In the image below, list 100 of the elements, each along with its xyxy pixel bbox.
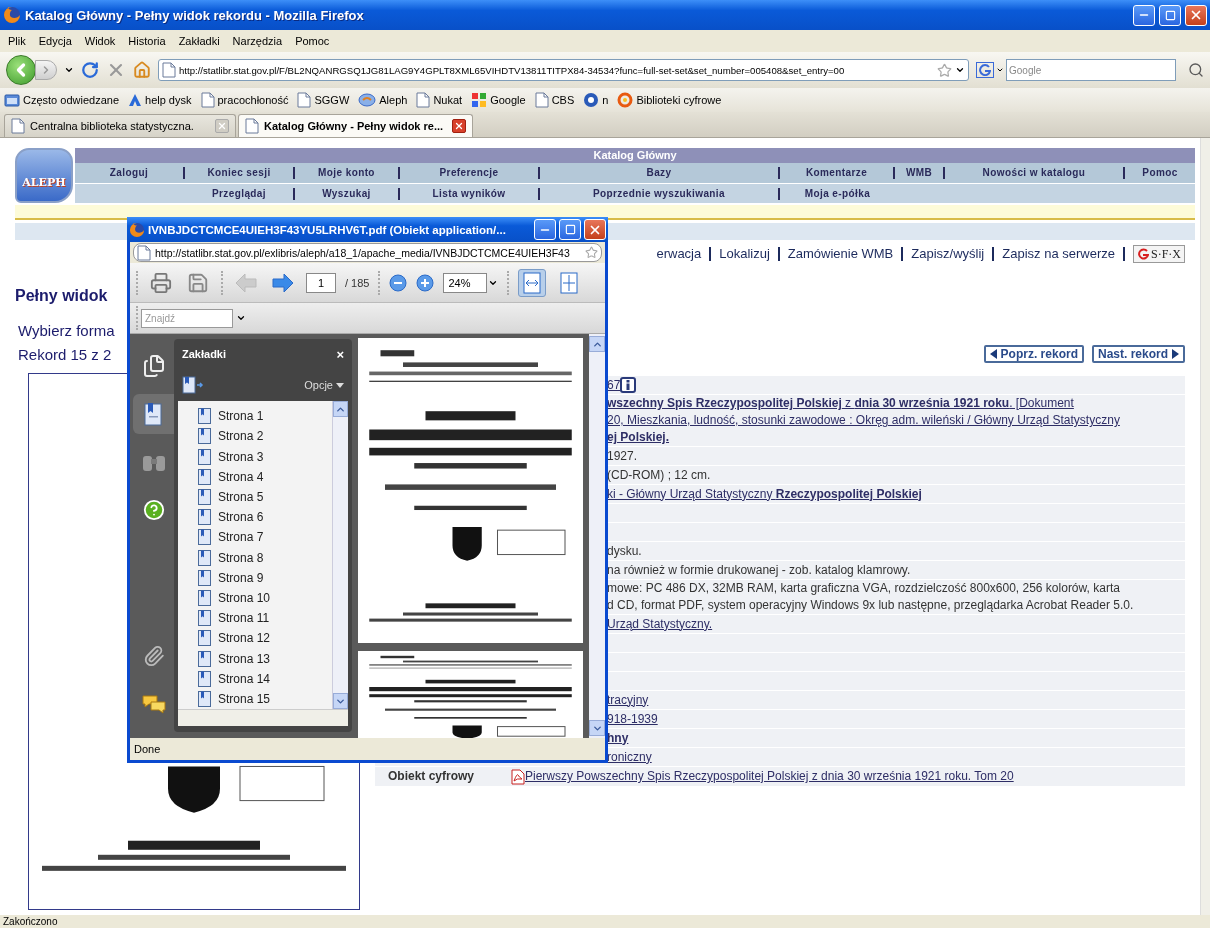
nav-link[interactable]: Przeglądaj <box>185 187 295 200</box>
bookmark-item[interactable]: Strona 7 <box>198 527 332 548</box>
sfx-button[interactable]: S·F·X <box>1133 245 1185 263</box>
bookmark-link[interactable]: Nukat <box>416 92 463 108</box>
bookmark-item[interactable]: Strona 14 <box>198 668 332 689</box>
nav-link[interactable]: Zaloguj <box>75 167 185 179</box>
zoom-field[interactable]: 24% <box>443 272 488 293</box>
record-link[interactable]: 67 <box>607 376 621 394</box>
browser-tab[interactable]: Centralna biblioteka statystyczna. <box>4 114 236 137</box>
nav-link[interactable]: Pomoc <box>1125 167 1195 179</box>
minimize-button[interactable] <box>1133 4 1155 26</box>
next-record-button[interactable]: Nast. rekord <box>1091 345 1185 363</box>
search-engine-icon[interactable] <box>976 62 994 78</box>
menu-item[interactable]: Narzędzia <box>232 35 283 47</box>
close-button[interactable] <box>584 219 606 240</box>
record-link[interactable]: tracyjny <box>607 691 649 709</box>
close-button[interactable] <box>1185 4 1207 26</box>
bookmark-link[interactable]: n <box>583 92 609 108</box>
record-link[interactable]: 918-1939 <box>607 710 658 728</box>
nav-link[interactable]: Lista wyników <box>400 187 540 200</box>
scroll-up-button[interactable] <box>589 336 605 352</box>
maximize-button[interactable] <box>1159 4 1181 26</box>
menu-item[interactable]: Edycja <box>38 35 72 47</box>
action-link[interactable]: erwacja <box>648 247 712 261</box>
bookmark-link[interactable]: Aleph <box>358 93 408 107</box>
nav-link[interactable]: Preferencje <box>400 167 540 179</box>
record-link[interactable]: hny <box>607 729 629 747</box>
bookmark-item[interactable]: Strona 9 <box>198 567 332 588</box>
bookmark-item[interactable]: Strona 1 <box>198 406 332 427</box>
dropdown-icon[interactable] <box>996 66 1004 74</box>
dropdown-icon[interactable] <box>64 65 74 75</box>
menu-item[interactable]: Historia <box>128 35 166 47</box>
menu-item[interactable]: Widok <box>84 35 116 47</box>
maximize-button[interactable] <box>559 219 581 240</box>
dropdown-icon[interactable] <box>955 65 965 75</box>
bookmark-item[interactable]: Strona 3 <box>198 446 332 467</box>
info-icon[interactable] <box>620 377 637 393</box>
bookmark-link[interactable]: Biblioteki cyfrowe <box>617 92 722 108</box>
bookmark-link[interactable]: help dysk <box>128 93 192 107</box>
nav-link[interactable]: Poprzednie wyszukiwania <box>540 187 780 200</box>
nav-link[interactable]: Bazy <box>540 167 780 179</box>
bookmark-item[interactable]: Strona 2 <box>198 426 332 447</box>
bookmark-item[interactable]: Strona 13 <box>198 648 332 669</box>
action-link[interactable]: Zapisz/wyślij <box>903 247 995 261</box>
scrollbar[interactable] <box>178 709 348 726</box>
nav-link[interactable]: Moje konto <box>295 167 400 179</box>
find-field[interactable]: Znajdź <box>141 308 233 328</box>
bookmark-link[interactable]: CBS <box>534 92 575 108</box>
menu-item[interactable]: Pomoc <box>295 35 330 47</box>
action-link[interactable]: Zapisz na serwerze <box>994 247 1125 261</box>
bookmark-item[interactable]: Strona 10 <box>198 587 332 609</box>
action-link[interactable]: Zamówienie WMB <box>779 247 904 261</box>
bookmark-item[interactable]: Strona 4 <box>198 466 332 487</box>
scroll-up-button[interactable] <box>333 401 348 417</box>
zoom-in-icon[interactable] <box>416 273 435 292</box>
record-link[interactable]: roniczny <box>607 748 652 766</box>
record-link[interactable]: Pierwszy Powszechny Spis Rzeczypospolitej Polskiej z dnia 30 września 1921 roku. Tom 20 <box>525 768 1014 785</box>
menu-item[interactable]: Plik <box>8 35 26 47</box>
record-link[interactable]: wszechny Spis Rzeczypospolitej Polskiej z dnia 30 września 1921 roku. [Dokument 20, Mieszkania, ludność, stosunki zawodowe : Okręg adm. wileński / Główny Urząd Statystyczny ej Polskiej. <box>607 395 1120 446</box>
bookmark-item[interactable]: Strona 8 <box>198 547 332 568</box>
nav-link[interactable]: Wyszukaj <box>295 187 400 200</box>
browser-tab[interactable]: Katalog Główny - Pełny widok re... <box>238 114 473 137</box>
back-button[interactable] <box>6 55 36 85</box>
bookmark-link[interactable]: Często odwiedzane <box>4 93 119 107</box>
menu-item[interactable]: Zakładki <box>178 35 220 47</box>
search-field[interactable]: Google <box>1006 59 1176 81</box>
zoom-out-icon[interactable] <box>389 273 408 292</box>
url-field[interactable]: http://statlibr.stat.gov.pl/exlibris/aleph/a18_1/apache_media/IVNBJDCTCMCE4UIEH3F43 <box>133 243 602 262</box>
home-icon[interactable] <box>133 61 151 79</box>
minimize-button[interactable] <box>534 219 556 240</box>
action-link[interactable]: Lokalizuj <box>711 247 780 261</box>
previous-record-button[interactable]: Poprz. rekord <box>983 345 1084 363</box>
scrollbar[interactable] <box>1200 138 1210 915</box>
options-button[interactable]: Opcje <box>304 379 344 391</box>
reload-icon[interactable] <box>81 61 99 79</box>
fit-width-button[interactable] <box>518 268 547 297</box>
page-number-field[interactable]: 1 <box>306 272 336 293</box>
close-button[interactable]: × <box>336 346 344 362</box>
scroll-down-button[interactable] <box>589 720 605 736</box>
nav-link[interactable]: Koniec sesji <box>185 167 295 179</box>
bookmark-link[interactable]: pracochłoność <box>200 92 289 108</box>
url-field[interactable]: http://statlibr.stat.gov.pl/F/BL2NQANRGSQ1JG81LAG9Y4GPLT8XML65VIHDTV13811TITPX84-34534?func=full-set-set&set_number=005408&set_entry=00 <box>158 59 969 81</box>
bookmark-item[interactable]: Strona 5 <box>198 486 332 507</box>
nav-link[interactable]: Nowości w katalogu <box>945 167 1125 179</box>
sidebar-tool[interactable] <box>133 394 174 434</box>
bookmark-item[interactable]: Strona 6 <box>198 507 332 528</box>
new-bookmark-icon[interactable] <box>182 376 204 394</box>
star-icon[interactable] <box>937 62 952 78</box>
bookmark-item[interactable]: Strona 11 <box>198 608 332 629</box>
nav-link[interactable]: WMB <box>895 167 945 179</box>
bookmark-link[interactable]: SGGW <box>297 92 350 108</box>
close-tab-button[interactable] <box>452 119 466 133</box>
search-icon[interactable] <box>1188 62 1204 78</box>
nav-link[interactable]: Moja e-półka <box>780 187 895 200</box>
dropdown-icon[interactable] <box>236 313 246 323</box>
star-icon[interactable] <box>585 246 598 259</box>
bookmark-link[interactable]: Google <box>471 92 526 108</box>
bookmark-item[interactable]: Strona 12 <box>198 628 332 649</box>
record-link[interactable]: Urząd Statystyczny. <box>607 615 713 633</box>
scroll-down-button[interactable] <box>333 693 348 709</box>
